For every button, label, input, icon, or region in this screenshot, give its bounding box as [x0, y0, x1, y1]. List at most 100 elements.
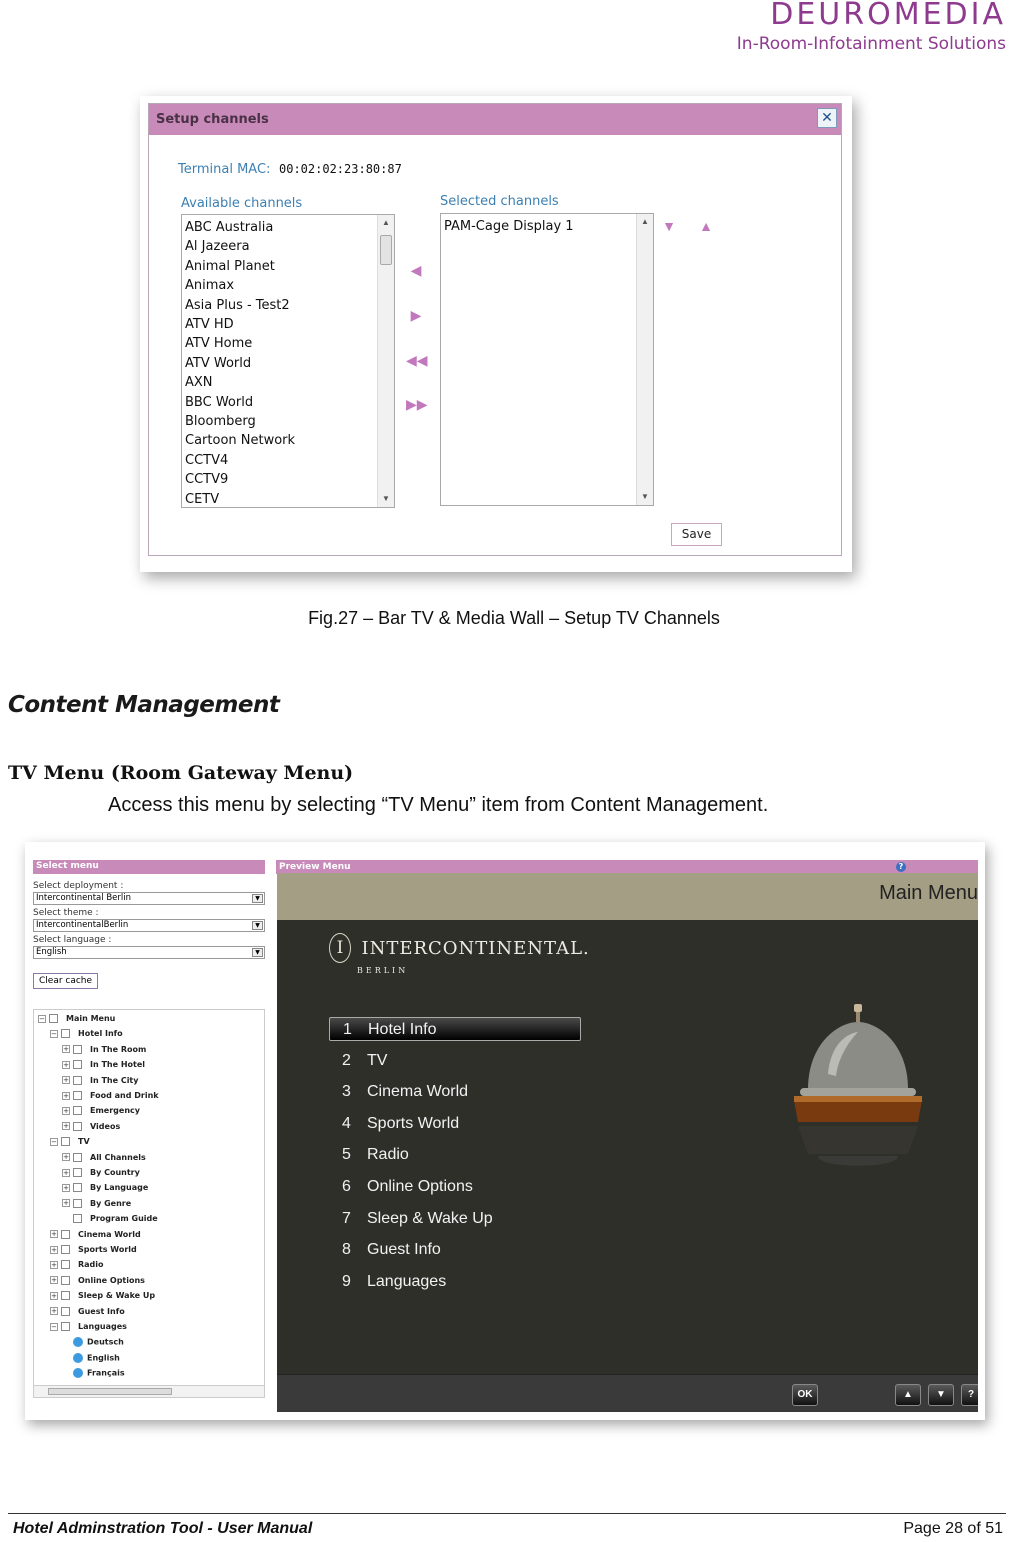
arrow-up-icon[interactable]: ▲ [895, 1384, 921, 1406]
tree-item[interactable]: +English [62, 1352, 120, 1367]
tree-item[interactable]: + Sleep & Wake Up [50, 1291, 155, 1305]
channel-list-item[interactable]: BBC World [185, 393, 394, 412]
tree-item[interactable]: + Guest Info [50, 1306, 125, 1321]
arrow-down-icon[interactable]: ▼ [928, 1384, 954, 1406]
deployment-select[interactable]: Intercontinental Berlin ▼ [33, 892, 265, 905]
tree-item[interactable]: − TV [50, 1137, 90, 1151]
tree-item[interactable]: + Radio [50, 1260, 104, 1274]
tree-item[interactable]: − Main Menu [38, 1014, 115, 1028]
available-list-scrollbar[interactable]: ▲ ▼ [377, 215, 394, 507]
menu-item[interactable]: 5 Radio [329, 1143, 581, 1167]
expand-icon[interactable]: + [62, 1106, 70, 1115]
menu-item[interactable]: 2 TV [329, 1049, 581, 1073]
collapse-icon[interactable]: − [50, 1322, 58, 1331]
move-right-icon[interactable]: ▶ [406, 305, 426, 325]
expand-icon[interactable]: + [62, 1060, 70, 1069]
channel-list-item[interactable]: ABC Australia [185, 218, 394, 237]
expand-icon[interactable]: + [62, 1168, 70, 1177]
checkbox[interactable] [73, 1168, 82, 1177]
channel-list-item[interactable]: CETV [185, 490, 394, 507]
expand-icon[interactable]: + [50, 1230, 58, 1239]
channel-list-item[interactable]: Asia Plus - Test2 [185, 296, 394, 315]
tree-item[interactable]: − Languages [50, 1322, 127, 1336]
selected-channels-list[interactable]: PAM-Cage Display 1 ▲ ▼ [440, 213, 654, 506]
expand-icon[interactable]: + [62, 1122, 70, 1131]
checkbox[interactable] [73, 1060, 82, 1070]
save-button[interactable]: Save [671, 523, 722, 546]
selected-list-scrollbar[interactable]: ▲ ▼ [636, 214, 653, 505]
move-up-icon[interactable]: ▲ [696, 216, 716, 236]
channel-list-item[interactable]: Animal Planet [185, 257, 394, 276]
clear-cache-button[interactable]: Clear cache [33, 973, 99, 989]
help-button[interactable]: ? [961, 1384, 978, 1406]
tree-item[interactable]: + Videos [62, 1121, 120, 1136]
tree-item[interactable]: + Emergency [62, 1106, 140, 1120]
channel-list-item[interactable]: CCTV4 [185, 451, 394, 470]
checkbox[interactable] [61, 1291, 70, 1301]
checkbox[interactable] [73, 1183, 82, 1193]
checkbox[interactable] [73, 1214, 82, 1224]
tree-item[interactable]: + By Language [62, 1183, 148, 1197]
checkbox[interactable] [73, 1152, 82, 1162]
expand-icon[interactable]: + [50, 1307, 58, 1316]
checkbox[interactable] [73, 1044, 82, 1054]
expand-icon[interactable]: + [62, 1076, 70, 1085]
checkbox[interactable] [61, 1260, 70, 1270]
expand-icon[interactable]: + [62, 1091, 70, 1100]
available-channels-list[interactable]: ABC Australia Al Jazeera Animal Planet Anim… [181, 214, 395, 508]
checkbox[interactable] [49, 1014, 58, 1023]
menu-item[interactable]: 6 Online Options [329, 1175, 581, 1199]
scroll-up-icon[interactable]: ▲ [378, 215, 394, 231]
checkbox[interactable] [61, 1275, 70, 1285]
checkbox[interactable] [61, 1029, 70, 1039]
collapse-icon[interactable]: − [38, 1014, 46, 1023]
tree-item[interactable]: + Food and Drink [62, 1091, 159, 1105]
move-all-right-icon[interactable]: ▶▶ [406, 394, 428, 414]
tree-item[interactable]: + In The Room [62, 1044, 146, 1059]
expand-icon[interactable]: + [62, 1153, 70, 1162]
move-left-icon[interactable]: ◀ [406, 260, 426, 280]
close-icon[interactable]: ✕ [817, 108, 837, 128]
move-all-left-icon[interactable]: ◀◀ [406, 350, 428, 370]
channel-list-item[interactable]: Cartoon Network [185, 431, 394, 450]
tree-item[interactable]: + Cinema World [50, 1229, 141, 1244]
chevron-down-icon[interactable]: ▼ [252, 948, 263, 957]
tree-item[interactable]: + By Country [62, 1168, 140, 1182]
menu-item[interactable]: 7 Sleep & Wake Up [329, 1207, 581, 1231]
tree-item[interactable]: + All Channels [62, 1152, 146, 1167]
collapse-icon[interactable]: − [50, 1029, 58, 1038]
move-down-icon[interactable]: ▼ [659, 216, 679, 236]
checkbox[interactable] [61, 1229, 70, 1239]
tree-item[interactable]: +Deutsch [62, 1337, 124, 1351]
menu-tree[interactable]: +Français+English+Deutsch−Languages+Gues… [33, 1009, 265, 1398]
expand-icon[interactable]: + [62, 1045, 70, 1054]
help-icon[interactable]: ? [896, 862, 906, 872]
checkbox[interactable] [73, 1075, 82, 1085]
channel-list-item[interactable]: AXN [185, 373, 394, 392]
chevron-down-icon[interactable]: ▼ [252, 921, 263, 930]
scroll-up-icon[interactable]: ▲ [637, 214, 653, 230]
checkbox[interactable] [61, 1322, 70, 1331]
channel-list-item[interactable]: Animax [185, 276, 394, 295]
channel-list-item[interactable]: ATV World [185, 354, 394, 373]
tree-item[interactable]: + In The City [62, 1075, 138, 1090]
theme-select[interactable]: IntercontinentalBerlin ▼ [33, 919, 265, 932]
checkbox[interactable] [61, 1245, 70, 1254]
channel-list-item[interactable]: PAM-Cage Display 1 [444, 217, 653, 236]
channel-list-item[interactable]: ATV HD [185, 315, 394, 334]
channel-list-item[interactable]: Al Jazeera [185, 237, 394, 256]
scroll-down-icon[interactable]: ▼ [378, 491, 394, 507]
expand-icon[interactable]: + [62, 1199, 70, 1208]
scroll-thumb[interactable] [48, 1388, 172, 1395]
expand-icon[interactable]: + [50, 1245, 58, 1254]
scroll-down-icon[interactable]: ▼ [637, 489, 653, 505]
tree-item[interactable]: + Online Options [50, 1275, 145, 1290]
checkbox[interactable] [61, 1137, 70, 1147]
tree-item[interactable]: + By Genre [62, 1198, 131, 1213]
channel-list-item[interactable]: ATV Home [185, 334, 394, 353]
ok-button[interactable]: OK [792, 1384, 818, 1406]
tree-item[interactable]: +Français [62, 1368, 125, 1382]
tree-item[interactable]: +Program Guide [62, 1214, 158, 1228]
tree-item[interactable]: + Sports World [50, 1245, 137, 1259]
tree-horizontal-scrollbar[interactable] [34, 1385, 264, 1397]
